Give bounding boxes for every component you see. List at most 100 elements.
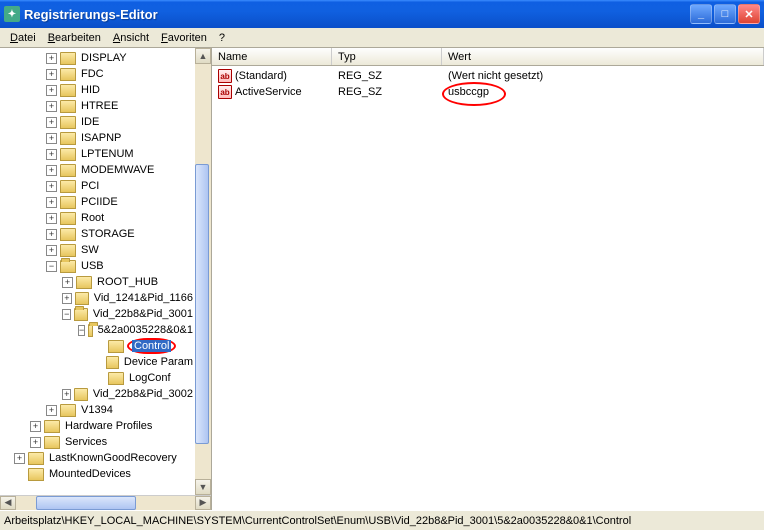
tree-item[interactable]: ISAPNP (79, 132, 123, 144)
menu-view[interactable]: Ansicht (107, 30, 155, 46)
expand-icon[interactable]: + (46, 133, 57, 144)
tree-item[interactable]: FDC (79, 68, 106, 80)
menu-favorites[interactable]: Favoriten (155, 30, 213, 46)
close-button[interactable]: ✕ (738, 4, 760, 24)
folder-icon (44, 420, 60, 433)
scroll-down-icon[interactable]: ▼ (195, 479, 211, 495)
expand-icon[interactable]: + (14, 453, 25, 464)
window-buttons: _ □ ✕ (690, 4, 760, 24)
folder-icon (60, 148, 76, 161)
tree-item[interactable]: Vid_1241&Pid_1166 (92, 292, 195, 304)
expand-icon[interactable]: + (62, 277, 73, 288)
scrollbar-thumb[interactable] (36, 496, 136, 510)
tree-item[interactable]: PCI (79, 180, 101, 192)
expand-icon[interactable]: + (46, 117, 57, 128)
tree-item[interactable]: Vid_22b8&Pid_3001 (91, 308, 195, 320)
folder-icon (60, 52, 76, 65)
tree-item[interactable]: Hardware Profiles (63, 420, 154, 432)
folder-icon (60, 116, 76, 129)
column-header-type[interactable]: Typ (332, 48, 442, 65)
table-row[interactable]: ab(Standard) REG_SZ (Wert nicht gesetzt) (212, 68, 764, 84)
tree-item[interactable]: SW (79, 244, 101, 256)
folder-icon (108, 372, 124, 385)
folder-icon (28, 452, 44, 465)
tree-item[interactable]: IDE (79, 116, 101, 128)
folder-icon (74, 388, 87, 401)
tree-item[interactable]: V1394 (79, 404, 115, 416)
tree-item[interactable]: HID (79, 84, 102, 96)
tree-item[interactable]: MountedDevices (47, 468, 133, 480)
expand-icon[interactable]: + (46, 101, 57, 112)
value-name: (Standard) (235, 70, 287, 82)
collapse-icon[interactable]: − (46, 261, 57, 272)
vertical-scrollbar[interactable]: ▲ ▼ (195, 48, 211, 495)
column-header-value[interactable]: Wert (442, 48, 764, 65)
tree-item[interactable]: LogConf (127, 372, 173, 384)
folder-icon (60, 100, 76, 113)
string-value-icon: ab (218, 69, 232, 83)
expand-icon[interactable]: + (30, 437, 41, 448)
expand-icon[interactable]: + (46, 69, 57, 80)
window-title: Registrierungs-Editor (24, 7, 690, 22)
tree-item[interactable]: Device Param (122, 356, 195, 368)
expand-icon[interactable]: + (46, 149, 57, 160)
title-bar: ✦ Registrierungs-Editor _ □ ✕ (0, 0, 764, 28)
folder-open-icon (88, 324, 92, 337)
scroll-right-icon[interactable]: ▶ (195, 496, 211, 510)
tree-item[interactable]: Services (63, 436, 109, 448)
tree-item[interactable]: HTREE (79, 100, 120, 112)
expand-icon[interactable]: + (46, 165, 57, 176)
horizontal-scrollbar[interactable]: ◀ ▶ (0, 495, 211, 511)
tree-item[interactable]: DISPLAY (79, 52, 129, 64)
collapse-icon[interactable]: − (62, 309, 71, 320)
expand-icon[interactable]: + (46, 85, 57, 96)
menu-file[interactable]: Datei (4, 30, 42, 46)
tree-item[interactable]: Root (79, 212, 106, 224)
value-type: REG_SZ (338, 86, 382, 98)
tree-item[interactable]: MODEMWAVE (79, 164, 156, 176)
value-data: usbccgp (448, 86, 489, 98)
tree-item-selected[interactable]: Control (132, 340, 171, 352)
expand-icon[interactable]: + (62, 389, 71, 400)
collapse-icon[interactable]: − (78, 325, 85, 336)
scrollbar-thumb[interactable] (195, 164, 209, 444)
folder-icon (28, 468, 44, 481)
tree-item[interactable]: LastKnownGoodRecovery (47, 452, 179, 464)
folder-open-icon (60, 260, 76, 273)
tree-item[interactable]: Vid_22b8&Pid_3002 (91, 388, 195, 400)
menu-bar: Datei Bearbeiten Ansicht Favoriten ? (0, 28, 764, 48)
maximize-button[interactable]: □ (714, 4, 736, 24)
column-header-name[interactable]: Name (212, 48, 332, 65)
menu-edit[interactable]: Bearbeiten (42, 30, 107, 46)
tree-item[interactable]: USB (79, 260, 106, 272)
expand-icon[interactable]: + (46, 197, 57, 208)
scroll-left-icon[interactable]: ◀ (0, 496, 16, 510)
folder-icon (60, 84, 76, 97)
tree-item[interactable]: LPTENUM (79, 148, 136, 160)
expand-icon[interactable]: + (46, 245, 57, 256)
minimize-button[interactable]: _ (690, 4, 712, 24)
folder-icon (60, 180, 76, 193)
folder-open-icon (74, 308, 87, 321)
menu-help[interactable]: ? (213, 30, 231, 46)
table-row[interactable]: abActiveService REG_SZ usbccgp (212, 84, 764, 100)
tree-item[interactable]: ROOT_HUB (95, 276, 160, 288)
expand-icon[interactable]: + (46, 53, 57, 64)
value-type: REG_SZ (338, 70, 382, 82)
scroll-up-icon[interactable]: ▲ (195, 48, 211, 64)
folder-icon (76, 276, 92, 289)
tree-item[interactable]: 5&2a0035228&0&1 (96, 324, 195, 336)
tree-item[interactable]: STORAGE (79, 228, 137, 240)
expand-icon[interactable]: + (46, 229, 57, 240)
expand-icon[interactable]: + (46, 181, 57, 192)
string-value-icon: ab (218, 85, 232, 99)
folder-icon (60, 404, 76, 417)
folder-icon (60, 228, 76, 241)
expand-icon[interactable]: + (62, 293, 72, 304)
expand-icon[interactable]: + (30, 421, 41, 432)
expand-icon[interactable]: + (46, 405, 57, 416)
tree-item[interactable]: PCIIDE (79, 196, 120, 208)
expand-icon[interactable]: + (46, 213, 57, 224)
list-body[interactable]: ab(Standard) REG_SZ (Wert nicht gesetzt)… (212, 66, 764, 510)
registry-tree[interactable]: + DISPLAY + FDC + HID + HTREE + IDE + ISAPNP +… (0, 48, 195, 484)
